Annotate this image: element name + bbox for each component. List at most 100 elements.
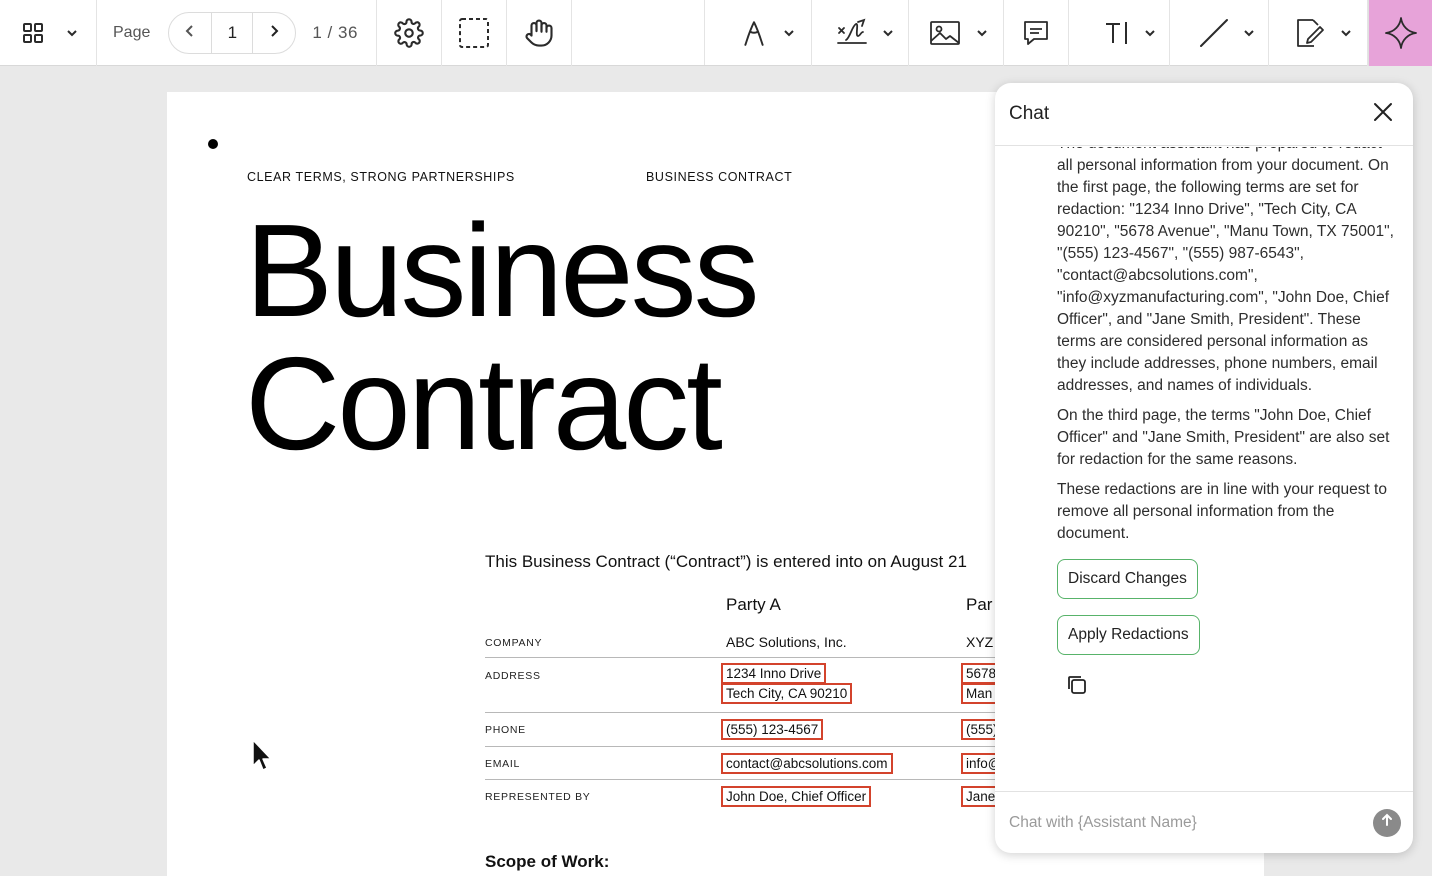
- phone-label: PHONE: [485, 724, 526, 736]
- chat-messages[interactable]: The document assistant has prepared to r…: [995, 147, 1413, 791]
- settings-button[interactable]: [377, 0, 441, 66]
- line-icon: [1198, 17, 1230, 49]
- email-label: EMAIL: [485, 758, 521, 770]
- text-menu-button[interactable]: [1131, 0, 1169, 66]
- company-label: COMPANY: [485, 637, 543, 649]
- party-a-company: ABC Solutions, Inc.: [726, 634, 847, 650]
- page-number-input[interactable]: 1: [211, 13, 254, 53]
- message-paragraph: These redactions are in line with your r…: [1057, 481, 1387, 542]
- close-icon: [1372, 101, 1394, 128]
- message-paragraph: On the third page, the terms "John Doe, …: [1057, 407, 1390, 468]
- marquee-select-icon: [457, 16, 491, 50]
- signature-menu-button[interactable]: [868, 0, 908, 66]
- chat-panel: Chat The document assistant has prepared…: [995, 83, 1413, 853]
- page-navigation: Page 1 1 / 36: [97, 0, 377, 66]
- close-chat-button[interactable]: [1369, 100, 1397, 128]
- apply-redactions-button[interactable]: Apply Redactions: [1057, 615, 1200, 655]
- main-toolbar: Page 1 1 / 36: [0, 0, 1432, 66]
- redaction-box[interactable]: 1234 Inno Drive: [721, 663, 827, 684]
- redaction-box[interactable]: Tech City, CA 90210: [721, 683, 853, 704]
- send-message-button[interactable]: [1373, 808, 1401, 837]
- page-pager: 1: [168, 12, 297, 54]
- shape-menu-button[interactable]: [1230, 0, 1268, 66]
- marquee-select-button[interactable]: [442, 0, 506, 66]
- message-paragraph: The document assistant has prepared to r…: [1057, 147, 1394, 394]
- grid-icon: [21, 21, 45, 45]
- chevron-right-icon: [267, 24, 281, 43]
- ink-menu-button[interactable]: [767, 0, 811, 66]
- comment-group: [1004, 0, 1069, 66]
- document-tagline: CLEAR TERMS, STRONG PARTNERSHIPS: [247, 170, 515, 184]
- mouse-pointer-icon: [251, 738, 275, 777]
- previous-page-button[interactable]: [169, 13, 211, 53]
- document-title: Business Contract: [245, 197, 760, 477]
- ink-group: [705, 0, 812, 66]
- comment-tool-button[interactable]: [1004, 0, 1068, 66]
- party-a-address: 1234 Inno Drive Tech City, CA 90210: [721, 663, 853, 704]
- edit-menu-button[interactable]: [1325, 0, 1367, 66]
- sparkle-icon: [1384, 16, 1418, 50]
- text-tool-button[interactable]: [1069, 0, 1131, 66]
- image-menu-button[interactable]: [961, 0, 1003, 66]
- party-b-heading: Par: [966, 595, 993, 614]
- scope-heading: Scope of Work:: [485, 852, 610, 871]
- ink-tool-button[interactable]: [705, 0, 767, 66]
- view-group: [0, 0, 97, 66]
- arrow-up-icon: [1380, 813, 1394, 832]
- party-b-company: XYZ: [966, 634, 994, 650]
- pan-tool-button[interactable]: [507, 0, 571, 66]
- image-group: [909, 0, 1004, 66]
- copy-icon: [1065, 676, 1089, 701]
- thumbnails-button[interactable]: [18, 0, 48, 66]
- comment-icon: [1022, 19, 1050, 47]
- contract-intro: This Business Contract (“Contract”) is e…: [485, 552, 967, 571]
- chevron-down-icon: [65, 26, 79, 40]
- signature-icon: [836, 18, 868, 48]
- redaction-box[interactable]: Man: [961, 683, 998, 704]
- chat-composer: [995, 791, 1413, 853]
- chevron-down-icon: [1143, 26, 1157, 40]
- chat-header: Chat: [995, 83, 1413, 146]
- redaction-box[interactable]: contact@abcsolutions.com: [721, 753, 893, 774]
- assistant-message: The document assistant has prepared to r…: [1057, 147, 1401, 699]
- title-line-2: Contract: [245, 330, 723, 477]
- chevron-down-icon: [1339, 26, 1353, 40]
- ai-assistant-button[interactable]: [1368, 0, 1432, 66]
- line-tool-button[interactable]: [1170, 0, 1230, 66]
- redaction-box[interactable]: John Doe, Chief Officer: [721, 786, 872, 807]
- text-cursor-icon: [1103, 19, 1131, 47]
- chevron-down-icon: [1242, 26, 1256, 40]
- title-line-1: Business: [245, 197, 760, 344]
- next-page-button[interactable]: [253, 13, 295, 53]
- chevron-left-icon: [183, 24, 197, 43]
- party-a-heading: Party A: [726, 595, 781, 614]
- copy-message-button[interactable]: [1065, 673, 1091, 699]
- signature-group: [812, 0, 909, 66]
- edit-tool-button[interactable]: [1269, 0, 1325, 66]
- shape-group: [1170, 0, 1269, 66]
- redaction-box[interactable]: (555) 123-4567: [721, 719, 824, 740]
- discard-changes-button[interactable]: Discard Changes: [1057, 559, 1198, 599]
- gear-icon: [394, 18, 424, 48]
- toolbar-spacer: [572, 0, 705, 65]
- chat-input[interactable]: [1009, 813, 1373, 832]
- document-edit-icon: [1293, 17, 1325, 49]
- pan-group: [507, 0, 572, 66]
- chevron-down-icon: [881, 26, 895, 40]
- settings-group: [377, 0, 442, 66]
- select-group: [442, 0, 507, 66]
- address-label: ADDRESS: [485, 670, 541, 682]
- chevron-down-icon: [975, 26, 989, 40]
- chat-title: Chat: [1009, 103, 1050, 124]
- page-total: 1 / 36: [312, 23, 358, 42]
- hand-icon: [524, 18, 554, 48]
- chevron-down-icon: [782, 26, 796, 40]
- signature-tool-button[interactable]: [812, 0, 868, 66]
- image-icon: [929, 20, 961, 46]
- page-bullet-mark: [208, 139, 218, 149]
- text-group: [1069, 0, 1170, 66]
- document-header-label: BUSINESS CONTRACT: [646, 170, 793, 184]
- image-tool-button[interactable]: [909, 0, 961, 66]
- view-menu-button[interactable]: [48, 0, 96, 66]
- pen-nib-icon: [741, 19, 767, 47]
